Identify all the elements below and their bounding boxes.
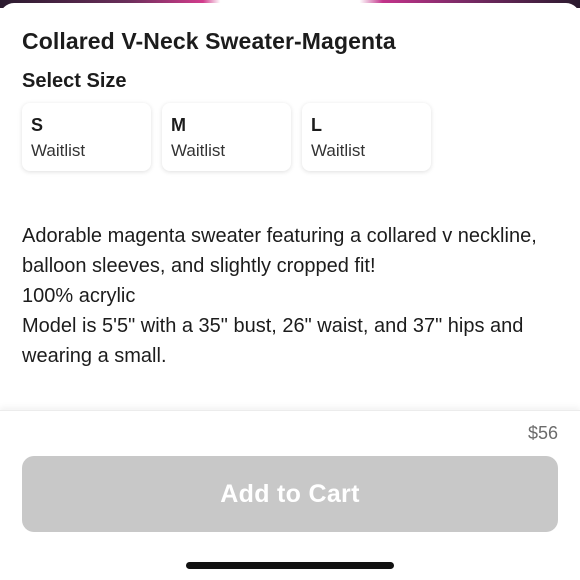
home-indicator (186, 562, 394, 569)
size-options: S Waitlist M Waitlist L Waitlist (22, 103, 431, 171)
product-description: Adorable magenta sweater featuring a col… (22, 221, 562, 371)
size-option-s[interactable]: S Waitlist (22, 103, 151, 171)
size-option-l[interactable]: L Waitlist (302, 103, 431, 171)
size-label: M (171, 115, 186, 135)
size-label: S (31, 115, 44, 135)
add-to-cart-button[interactable]: Add to Cart (22, 456, 558, 532)
purchase-footer: $56 Add to Cart (0, 410, 580, 580)
product-title: Collared V-Neck Sweater-Magenta (22, 28, 396, 54)
product-price: $56 (527, 423, 558, 443)
size-label: L (311, 115, 322, 135)
size-availability: Waitlist (311, 141, 366, 160)
size-availability: Waitlist (31, 141, 86, 160)
description-text: Adorable magenta sweater featuring a col… (22, 225, 537, 277)
size-availability: Waitlist (171, 141, 226, 160)
select-size-heading: Select Size (22, 70, 127, 92)
product-sheet-screen: Collared V-Neck Sweater-Magenta Select S… (0, 0, 580, 580)
model-fit-text: Model is 5'5" with a 35" bust, 26" waist… (22, 315, 524, 367)
size-option-m[interactable]: M Waitlist (162, 103, 291, 171)
material-text: 100% acrylic (22, 285, 136, 307)
